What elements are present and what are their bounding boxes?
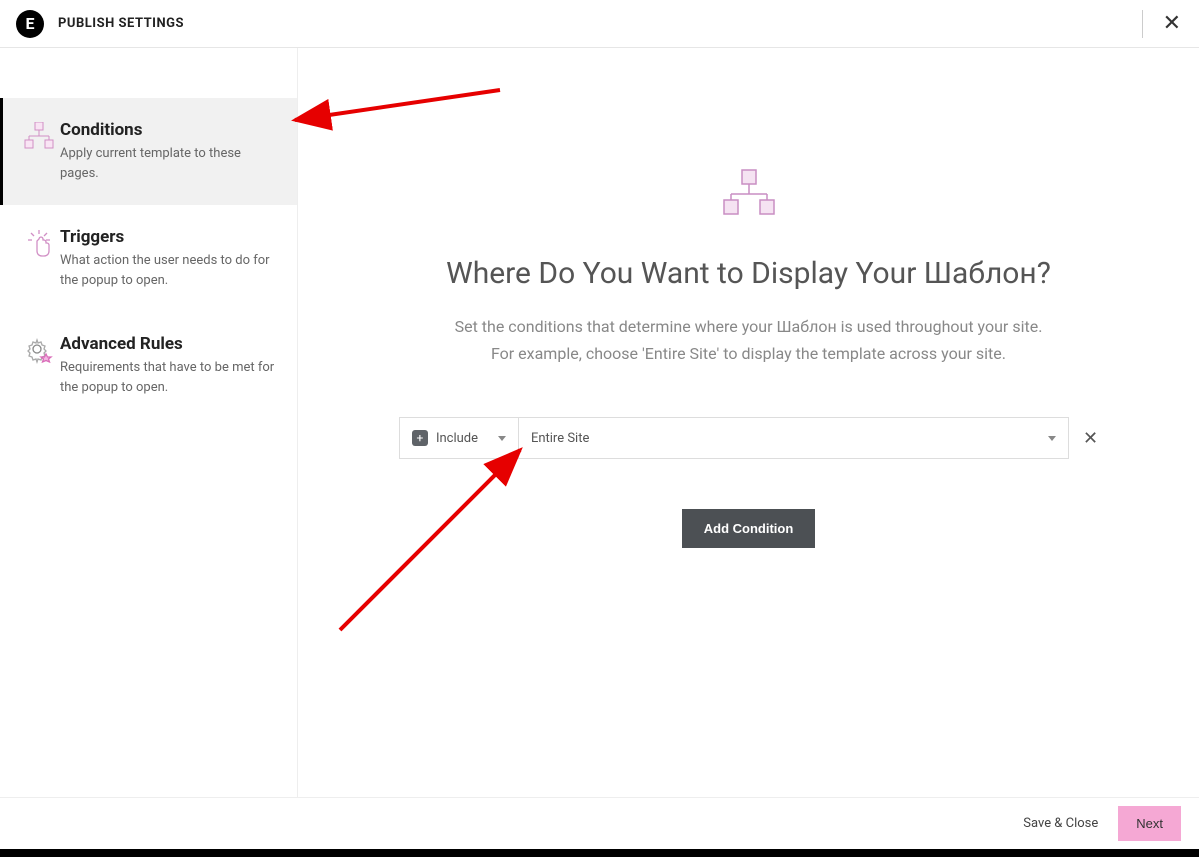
sidebar-item-desc: Requirements that have to be met for the… xyxy=(60,358,279,397)
page-subtext: Set the conditions that determine where … xyxy=(389,313,1109,367)
sidebar-item-title: Conditions xyxy=(60,120,279,140)
condition-row: + Include Entire Site ✕ xyxy=(338,417,1159,459)
hierarchy-icon xyxy=(18,120,60,183)
remove-condition-button[interactable]: ✕ xyxy=(1083,428,1098,449)
chevron-down-icon xyxy=(498,436,506,441)
save-close-link[interactable]: Save & Close xyxy=(1023,816,1098,831)
chevron-down-icon xyxy=(1048,436,1056,441)
sidebar: Conditions Apply current template to the… xyxy=(0,48,298,805)
sidebar-item-title: Advanced Rules xyxy=(60,334,279,354)
sidebar-item-desc: What action the user needs to do for the… xyxy=(60,251,279,290)
header-bar: E PUBLISH SETTINGS ✕ xyxy=(0,0,1199,48)
header-title: PUBLISH SETTINGS xyxy=(58,16,184,31)
app-logo: E xyxy=(16,10,44,38)
sidebar-item-conditions[interactable]: Conditions Apply current template to the… xyxy=(0,98,297,205)
page-heading: Where Do You Want to Display Your Шаблон… xyxy=(338,256,1159,291)
include-label: Include xyxy=(436,431,478,446)
next-button[interactable]: Next xyxy=(1118,806,1181,841)
sidebar-item-title: Triggers xyxy=(60,227,279,247)
location-select[interactable]: Entire Site xyxy=(519,417,1069,459)
include-mode-select[interactable]: + Include xyxy=(399,417,519,459)
close-button[interactable]: ✕ xyxy=(1142,10,1181,38)
tap-icon xyxy=(18,227,60,290)
content-wrap: Conditions Apply current template to the… xyxy=(0,48,1199,805)
plus-icon: + xyxy=(412,430,428,446)
location-label: Entire Site xyxy=(531,431,589,446)
sidebar-item-triggers[interactable]: Triggers What action the user needs to d… xyxy=(0,205,297,312)
sidebar-item-advanced-rules[interactable]: Advanced Rules Requirements that have to… xyxy=(0,312,297,419)
gear-star-icon xyxy=(18,334,60,397)
footer-bar: Save & Close Next xyxy=(0,797,1199,849)
main-panel: Where Do You Want to Display Your Шаблон… xyxy=(298,48,1199,805)
bottom-black-bar xyxy=(0,849,1199,857)
hierarchy-hero-icon xyxy=(721,168,777,216)
sidebar-item-desc: Apply current template to these pages. xyxy=(60,144,279,183)
add-condition-button[interactable]: Add Condition xyxy=(682,509,816,548)
